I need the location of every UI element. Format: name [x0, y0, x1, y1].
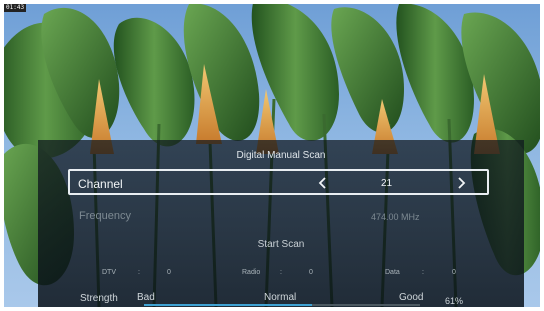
channel-selector[interactable]: Channel 21 [68, 169, 489, 195]
quality-normal-label: Normal [264, 292, 297, 303]
dialog-title: Digital Manual Scan [236, 150, 326, 161]
quality-bad-label: Bad [137, 292, 155, 303]
data-separator: : [422, 269, 424, 276]
frequency-value: 474.00 MHz [371, 212, 420, 222]
dtv-count: 0 [167, 269, 171, 276]
radio-label: Radio [242, 269, 261, 276]
dtv-label: DTV [102, 269, 116, 276]
radio-count: 0 [309, 269, 313, 276]
dtv-separator: : [138, 269, 140, 276]
start-scan-button[interactable]: Start Scan [38, 239, 524, 250]
channel-label: Channel [78, 177, 123, 191]
radio-separator: : [280, 269, 282, 276]
strength-label: Strength [80, 293, 118, 304]
chevron-left-icon[interactable] [316, 176, 330, 190]
data-label: Data [385, 269, 400, 276]
signal-strength-fill [144, 304, 313, 306]
data-count: 0 [452, 269, 456, 276]
chevron-right-icon[interactable] [454, 176, 468, 190]
channel-value: 21 [381, 178, 393, 189]
quality-good-label: Good [399, 292, 424, 303]
corner-timestamp: 01:43 [4, 4, 27, 12]
frequency-label: Frequency [79, 210, 131, 222]
tv-screen: 01:43 Digital Manual Scan Channel 21 Fre… [4, 4, 540, 307]
signal-strength-percent: 61% [445, 296, 464, 306]
digital-manual-scan-dialog: Digital Manual Scan Channel 21 Frequency… [38, 140, 524, 307]
signal-strength-bar [144, 304, 420, 306]
